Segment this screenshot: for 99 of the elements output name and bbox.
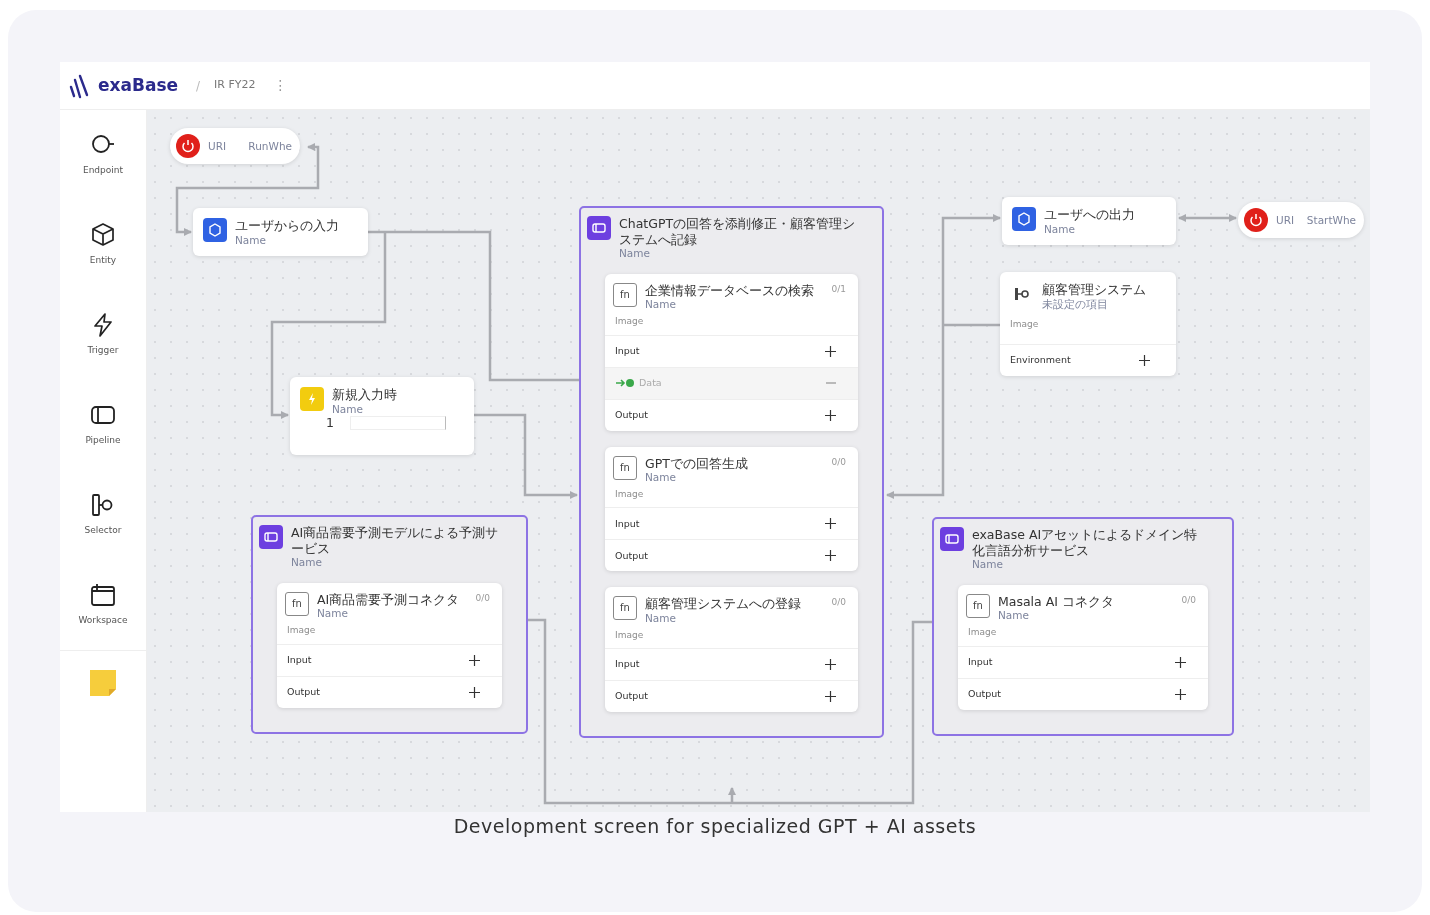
function-subtitle: Name [317, 607, 349, 621]
pipeline-group[interactable]: exaBase AIアセットによるドメイン特化言語分析サービス Name fn Masala AI コネクタ Name 0/0 Image Input Output [932, 517, 1234, 736]
port-label: Output [615, 548, 648, 563]
port-label: Input [287, 652, 312, 667]
port-count: 0/0 [1181, 593, 1196, 607]
node-title: ユーザからの入力 [235, 218, 339, 234]
breadcrumb-separator: / [196, 77, 201, 95]
node-subtitle: 未設定の項目 [1042, 297, 1109, 311]
port-label: Input [615, 516, 640, 531]
function-icon: fn [285, 591, 309, 616]
port-label: Input [968, 654, 993, 669]
node-subtitle: Name [619, 247, 651, 260]
entity-tool-label[interactable]: Entity [89, 254, 117, 268]
port-label: Output [287, 684, 320, 699]
port-count: 0/0 [831, 596, 846, 610]
pipeline-icon [587, 216, 611, 240]
plus-icon[interactable] [825, 550, 836, 562]
plus-icon[interactable] [469, 686, 480, 698]
port-count: 0/0 [831, 455, 846, 469]
port-label: Environment [1010, 353, 1071, 368]
plus-icon[interactable] [469, 654, 480, 666]
port-label: Input [615, 343, 640, 358]
image-label: Image [967, 626, 998, 640]
port-count: 0/0 [475, 591, 490, 605]
node-title: exaBase AIアセットによるドメイン特化言語分析サービス [972, 527, 1199, 559]
entity-node[interactable]: ユーザへの出力 Name [1002, 197, 1176, 246]
power-icon [1244, 208, 1268, 232]
endpoint-type: URI [1276, 213, 1295, 227]
node-title: ChatGPTの回答を添削修正・顧客管理システムへ記録 [619, 216, 857, 248]
function-title: GPTでの回答生成 [645, 455, 748, 472]
node-title: AI商品需要予測モデルによる予測サービス [291, 525, 500, 557]
image-label: Image [614, 628, 645, 642]
row-number: 1 [326, 415, 334, 431]
caption: Development screen for specialized GPT + AI assets [453, 815, 977, 837]
input-field[interactable] [349, 416, 446, 431]
workspace-tool-icon[interactable] [90, 582, 116, 608]
selector-node[interactable]: 顧客管理システム 未設定の項目 Image Environment [1000, 272, 1176, 376]
port-label: Data [639, 375, 662, 390]
node-subtitle: Name [291, 556, 323, 569]
image-label: Image [286, 624, 317, 638]
trigger-node[interactable]: 新規入力時 Name 1 [290, 377, 474, 455]
function-subtitle: Name [645, 471, 677, 484]
node-subtitle: Name [235, 233, 267, 247]
logo-text: exaBase [98, 73, 179, 97]
endpoint-trigger: RunWhe [248, 139, 292, 153]
logo-icon [68, 72, 90, 99]
pipeline-group[interactable]: ChatGPTの回答を添削修正・顧客管理システムへ記録 Name fn 企業情報データベースの検索 Name 0/1 Image Input Data Output fn GPTでの回答生成 Name 0/0 Image Input Output fn 顧客管理システムへの登録 Name 0/0 Image Input Output [579, 206, 884, 738]
function-icon: fn [613, 282, 637, 307]
pipeline-icon [259, 525, 283, 549]
node-title: 顧客管理システム [1042, 282, 1146, 298]
plus-icon[interactable] [825, 518, 836, 530]
endpoint-tool-label[interactable]: Endpoint [82, 164, 124, 178]
endpoint-node[interactable]: URI RunWhe [170, 128, 300, 164]
pipeline-icon [940, 527, 964, 551]
plus-icon[interactable] [1139, 354, 1150, 366]
workspace-tool-label[interactable]: Workspace [78, 614, 128, 628]
image-label: Image [614, 487, 645, 501]
endpoint-type: URI [208, 139, 227, 153]
plus-icon[interactable] [1175, 688, 1186, 700]
plus-icon[interactable] [825, 409, 836, 421]
port-count: 0/1 [831, 282, 846, 296]
function-icon: fn [966, 593, 990, 618]
connector-arrow [1178, 214, 1237, 222]
plus-icon[interactable] [825, 659, 836, 670]
image-label: Image [614, 315, 645, 329]
entity-tool-icon[interactable] [90, 222, 116, 248]
function-title: AI商品需要予測コネクタ [317, 591, 460, 608]
trigger-tool-label[interactable]: Trigger [87, 344, 119, 358]
bolt-icon [300, 387, 324, 411]
node-subtitle: Name [1044, 222, 1076, 236]
node-title: 新規入力時 [332, 387, 397, 403]
node-title: ユーザへの出力 [1044, 207, 1135, 223]
port-label: Output [615, 407, 648, 422]
project-name[interactable]: IR FY22 [214, 77, 256, 94]
arrow-dot-icon [615, 378, 635, 389]
endpoint-trigger: StartWhe [1306, 213, 1356, 227]
entity-node[interactable]: ユーザからの入力 Name [193, 208, 368, 257]
selector-tool-label[interactable]: Selector [84, 524, 122, 538]
function-icon: fn [613, 455, 637, 480]
function-title: 企業情報データベースの検索 [645, 282, 814, 299]
pipeline-group[interactable]: AI商品需要予測モデルによる予測サービス Name fn AI商品需要予測コネクタ Name 0/0 Image Input Output [251, 515, 528, 734]
endpoint-node[interactable]: URI StartWhe [1238, 202, 1364, 238]
power-icon [176, 134, 200, 158]
function-subtitle: Name [645, 298, 677, 312]
node-subtitle: Name [972, 558, 1004, 571]
port-label: Output [615, 689, 648, 704]
plus-icon[interactable] [1175, 656, 1186, 668]
function-subtitle: Name [998, 609, 1030, 623]
function-title: 顧客管理システムへの登録 [645, 596, 801, 612]
function-title: Masala AI コネクタ [998, 593, 1114, 610]
node-subtitle: Name [332, 402, 364, 416]
function-icon: fn [613, 596, 637, 621]
function-subtitle: Name [645, 611, 677, 625]
pipeline-tool-label[interactable]: Pipeline [85, 434, 121, 448]
plus-icon[interactable] [825, 345, 836, 357]
plus-icon[interactable] [825, 691, 836, 702]
port-label: Output [968, 686, 1001, 701]
port-label: Input [615, 657, 640, 672]
image-label: Image [1009, 318, 1040, 332]
